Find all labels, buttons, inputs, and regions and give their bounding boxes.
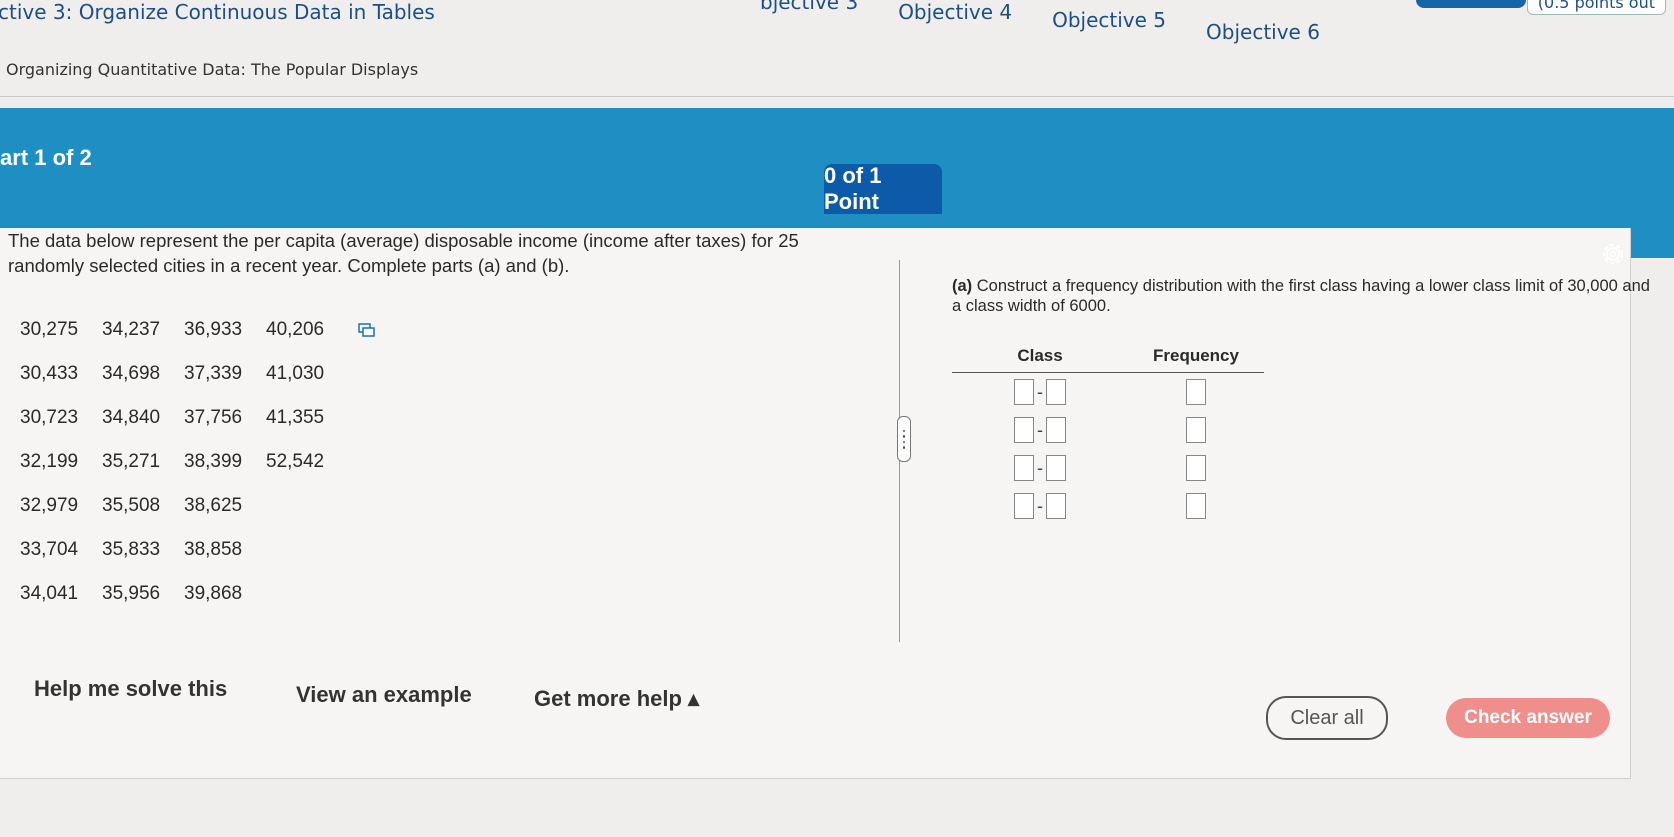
page: ctive 3: Organize Continuous Data in Tab… xyxy=(0,0,1674,837)
points-badge: 0 of 1 Point xyxy=(824,163,942,214)
copy-data-icon[interactable] xyxy=(358,323,376,337)
data-value: 32,199 xyxy=(20,451,79,472)
data-value: 33,704 xyxy=(20,539,79,560)
question-panel: The data below represent the per capita … xyxy=(0,228,1650,779)
header-divider xyxy=(0,96,1674,97)
class-lower-input[interactable] xyxy=(1014,455,1034,481)
objective-title: ctive 3: Organize Continuous Data in Tab… xyxy=(0,0,435,24)
class-upper-input[interactable] xyxy=(1046,455,1066,481)
data-value: 35,833 xyxy=(102,539,161,560)
tab-objective-3[interactable]: bjective 3 xyxy=(760,0,878,44)
data-row: 32,199 35,271 38,399 52,542 xyxy=(20,440,376,484)
frequency-row: - xyxy=(952,449,1264,487)
data-value: 35,271 xyxy=(102,451,161,472)
data-value: 34,698 xyxy=(102,363,161,384)
frequency-input[interactable] xyxy=(1186,455,1206,481)
class-upper-input[interactable] xyxy=(1046,417,1066,443)
points-out-label: (0.5 points out xyxy=(1526,0,1666,15)
clear-all-button[interactable]: Clear all xyxy=(1266,696,1388,740)
data-value: 39,868 xyxy=(184,583,243,604)
data-row: 32,979 35,508 38,625 xyxy=(20,484,376,528)
dash-separator: - xyxy=(1037,381,1043,402)
part-a-text: Construct a frequency distribution with … xyxy=(952,277,1650,315)
part-a-prompt: (a) Construct a frequency distribution w… xyxy=(952,276,1652,316)
data-value: 41,030 xyxy=(266,363,325,384)
frequency-input[interactable] xyxy=(1186,379,1206,405)
answer-column: (a) Construct a frequency distribution w… xyxy=(952,276,1652,519)
data-value: 38,858 xyxy=(184,539,243,560)
data-value: 34,041 xyxy=(20,583,79,604)
help-me-solve-link[interactable]: Help me solve this xyxy=(34,676,227,702)
settings-gear-icon[interactable] xyxy=(1599,240,1627,268)
data-value: 38,399 xyxy=(184,451,243,472)
class-upper-input[interactable] xyxy=(1046,379,1066,405)
data-row: 30,433 34,698 37,339 41,030 xyxy=(20,352,376,396)
data-row: 34,041 35,956 39,868 xyxy=(20,572,376,616)
dash-separator: - xyxy=(1037,419,1043,440)
problem-intro: The data below represent the per capita … xyxy=(8,230,799,276)
dash-separator: - xyxy=(1037,457,1043,478)
tab-objective-5[interactable]: Objective 5 xyxy=(1032,0,1186,44)
data-value: 40,206 xyxy=(266,319,325,340)
frequency-table-header: Class Frequency xyxy=(952,346,1264,373)
data-value: 38,625 xyxy=(184,495,243,516)
data-table: 30,275 34,237 36,933 40,206 30,433 34,69… xyxy=(20,308,376,616)
objective-tabs: bjective 3 Objective 4 Objective 5 Objec… xyxy=(760,0,1340,44)
tab-objective-6[interactable]: Objective 6 xyxy=(1186,0,1340,44)
data-value: 30,723 xyxy=(20,407,79,428)
problem-column: The data below represent the per capita … xyxy=(8,228,888,648)
frequency-row: - xyxy=(952,373,1264,411)
class-lower-input[interactable] xyxy=(1014,417,1034,443)
dash-separator: - xyxy=(1037,495,1043,516)
class-upper-input[interactable] xyxy=(1046,493,1066,519)
frequency-header: Frequency xyxy=(1153,346,1239,365)
data-value: 32,979 xyxy=(20,495,79,516)
frequency-input[interactable] xyxy=(1186,417,1206,443)
data-value: 37,756 xyxy=(184,407,243,428)
data-value: 37,339 xyxy=(184,363,243,384)
data-row: 33,704 35,833 38,858 xyxy=(20,528,376,572)
data-value: 34,237 xyxy=(102,319,161,340)
score-indicator xyxy=(1416,0,1526,8)
class-header: Class xyxy=(1017,346,1063,365)
class-lower-input[interactable] xyxy=(1014,493,1034,519)
frequency-row: - xyxy=(952,487,1264,525)
data-value: 41,355 xyxy=(266,407,325,428)
section-title: Organizing Quantitative Data: The Popula… xyxy=(6,60,419,79)
frequency-row: - xyxy=(952,411,1264,449)
data-value: 36,933 xyxy=(184,319,243,340)
data-value: 35,508 xyxy=(102,495,161,516)
tab-objective-4[interactable]: Objective 4 xyxy=(878,0,1032,44)
class-lower-input[interactable] xyxy=(1014,379,1034,405)
frequency-table: Class Frequency - - - - xyxy=(952,346,1264,525)
part-label: art 1 of 2 xyxy=(0,145,92,170)
data-value: 30,433 xyxy=(20,363,79,384)
get-more-help-link[interactable]: Get more help ▴ xyxy=(534,686,699,712)
frequency-input[interactable] xyxy=(1186,493,1206,519)
view-example-link[interactable]: View an example xyxy=(296,682,472,708)
data-value: 52,542 xyxy=(266,451,325,472)
data-value: 30,275 xyxy=(20,319,79,340)
part-a-label: (a) xyxy=(952,277,973,295)
data-row: 30,723 34,840 37,756 41,355 xyxy=(20,396,376,440)
data-row: 30,275 34,237 36,933 40,206 xyxy=(20,308,376,352)
resize-handle[interactable] xyxy=(897,416,911,462)
data-value: 34,840 xyxy=(102,407,161,428)
check-answer-button[interactable]: Check answer xyxy=(1446,698,1610,738)
data-value: 35,956 xyxy=(102,583,161,604)
